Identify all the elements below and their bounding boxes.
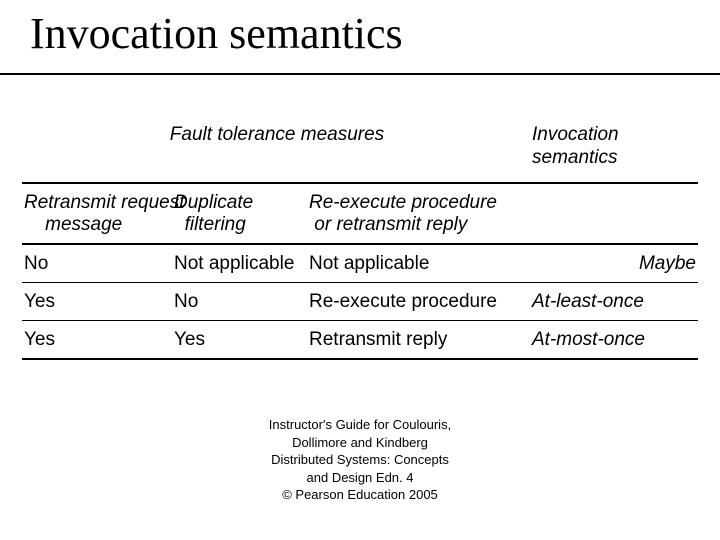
title-underline	[0, 73, 720, 75]
cell-sem: Maybe	[532, 244, 698, 282]
table: Fault tolerance measures Invocation sema…	[22, 120, 698, 360]
slide-title: Invocation semantics	[0, 0, 720, 59]
cell-reexec: Not applicable	[307, 244, 532, 282]
footer: Instructor's Guide for Coulouris, Dollim…	[0, 416, 720, 504]
col-reexec: Re-execute procedure or retransmit reply	[307, 183, 532, 245]
header-fault-tolerance: Fault tolerance measures	[22, 120, 532, 183]
cell-retransmit: Yes	[22, 282, 172, 320]
footer-line: Instructor's Guide for Coulouris,	[0, 416, 720, 434]
footer-line: and Design Edn. 4	[0, 469, 720, 487]
cell-dup: Not applicable	[172, 244, 307, 282]
cell-retransmit: No	[22, 244, 172, 282]
col-sem-blank	[532, 183, 698, 245]
semantics-table: Fault tolerance measures Invocation sema…	[22, 120, 698, 360]
table-row: Yes No Re-execute procedure At-least-onc…	[22, 282, 698, 320]
footer-line: Distributed Systems: Concepts	[0, 451, 720, 469]
cell-reexec: Retransmit reply	[307, 320, 532, 358]
cell-sem: At-most-once	[532, 320, 698, 358]
header-invocation-semantics: Invocation semantics	[532, 120, 698, 183]
cell-sem: At-least-once	[532, 282, 698, 320]
col-duplicate: Duplicate filtering	[172, 183, 307, 245]
table-row: Yes Yes Retransmit reply At-most-once	[22, 320, 698, 358]
header-row-2: Retransmit request message Duplicate fil…	[22, 183, 698, 245]
col-retransmit: Retransmit request message	[22, 183, 172, 245]
header-row-1: Fault tolerance measures Invocation sema…	[22, 120, 698, 183]
table-bottom-rule	[22, 359, 698, 360]
table-row: No Not applicable Not applicable Maybe	[22, 244, 698, 282]
footer-line: Dollimore and Kindberg	[0, 434, 720, 452]
cell-reexec: Re-execute procedure	[307, 282, 532, 320]
cell-dup: No	[172, 282, 307, 320]
slide: Invocation semantics Fault tolerance mea…	[0, 0, 720, 540]
footer-line: © Pearson Education 2005	[0, 486, 720, 504]
cell-retransmit: Yes	[22, 320, 172, 358]
cell-dup: Yes	[172, 320, 307, 358]
